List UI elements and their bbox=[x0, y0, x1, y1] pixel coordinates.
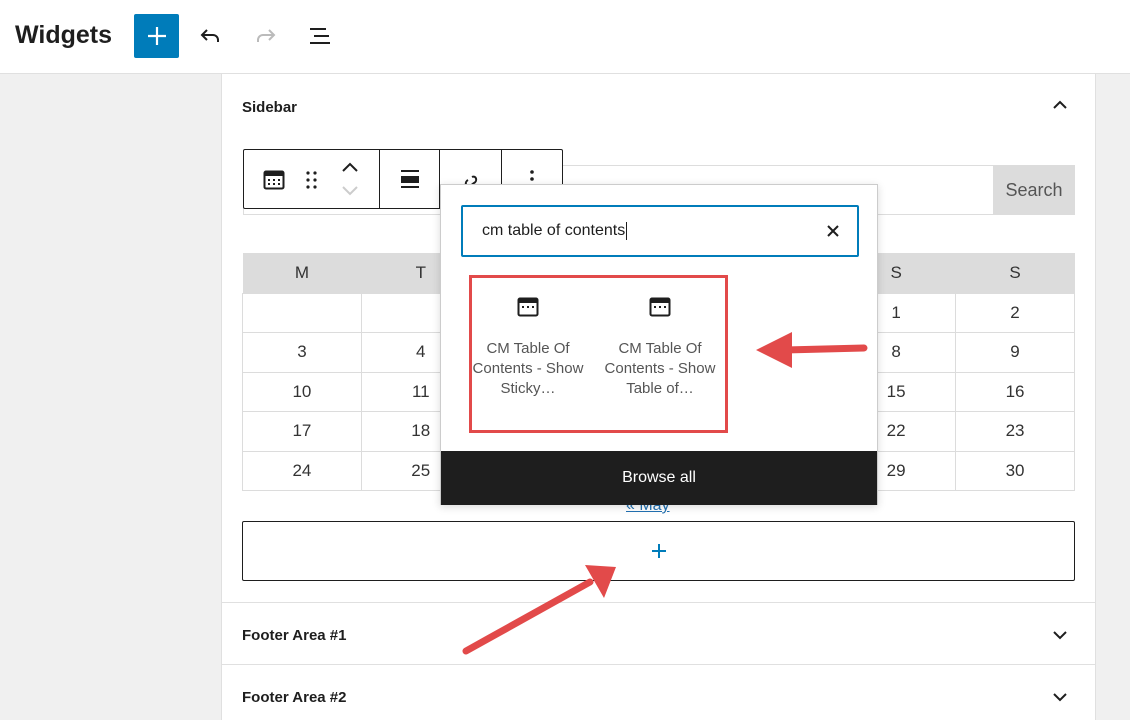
redo-icon bbox=[257, 29, 276, 42]
calendar-day bbox=[242, 292, 362, 333]
drag-handle-icon bbox=[306, 171, 317, 189]
add-block-button[interactable] bbox=[134, 14, 179, 58]
move-up-icon bbox=[342, 162, 358, 172]
top-toolbar: Widgets bbox=[0, 0, 1130, 74]
calendar-day: 2 bbox=[955, 292, 1075, 333]
search-text: cm table of contents bbox=[482, 222, 626, 240]
redo-button[interactable] bbox=[248, 18, 284, 54]
browse-all-button[interactable]: Browse all bbox=[441, 451, 877, 505]
drag-handle[interactable] bbox=[304, 169, 320, 196]
move-down-icon bbox=[342, 186, 358, 196]
weekday-header: S bbox=[955, 253, 1075, 293]
text-caret bbox=[626, 222, 628, 240]
divider bbox=[222, 602, 1095, 603]
sidebar-area-title: Sidebar bbox=[242, 99, 298, 116]
inserter-search-input[interactable]: cm table of contents bbox=[461, 205, 859, 257]
chevron-down-icon[interactable] bbox=[1050, 687, 1070, 707]
plus-icon bbox=[147, 27, 166, 45]
calendar-day: 17 bbox=[242, 411, 362, 452]
block-appender-button[interactable] bbox=[242, 521, 1075, 581]
chevron-up-icon[interactable] bbox=[1050, 95, 1070, 115]
block-type-button[interactable] bbox=[262, 168, 286, 197]
move-down-button[interactable] bbox=[340, 182, 360, 203]
weekday-header: M bbox=[242, 253, 362, 293]
divider bbox=[222, 664, 1095, 665]
list-view-button[interactable] bbox=[302, 18, 338, 54]
chevron-down-icon[interactable] bbox=[1050, 625, 1070, 645]
close-icon[interactable] bbox=[823, 221, 843, 241]
calendar-day: 16 bbox=[955, 371, 1075, 412]
align-button[interactable] bbox=[380, 150, 440, 208]
footer-area-2-title[interactable]: Footer Area #2 bbox=[242, 689, 346, 706]
calendar-day: 3 bbox=[242, 332, 362, 373]
page-title: Widgets bbox=[15, 21, 112, 49]
calendar-day: 24 bbox=[242, 450, 362, 491]
annotation-highlight-box bbox=[469, 275, 728, 433]
calendar-day: 10 bbox=[242, 371, 362, 412]
calendar-day: 30 bbox=[955, 450, 1075, 491]
calendar-icon bbox=[263, 170, 285, 190]
block-mover-group bbox=[244, 150, 380, 208]
undo-icon bbox=[200, 29, 219, 42]
list-view-icon bbox=[310, 28, 330, 44]
move-up-button[interactable] bbox=[340, 160, 360, 181]
inserter-search-value: cm table of contents bbox=[482, 222, 628, 240]
plus-icon bbox=[651, 544, 666, 558]
footer-area-1-title[interactable]: Footer Area #1 bbox=[242, 627, 346, 644]
align-icon bbox=[400, 170, 419, 188]
undo-button[interactable] bbox=[192, 18, 228, 54]
calendar-day: 9 bbox=[955, 332, 1075, 373]
search-widget-button[interactable]: Search bbox=[993, 165, 1075, 215]
calendar-day: 23 bbox=[955, 411, 1075, 452]
